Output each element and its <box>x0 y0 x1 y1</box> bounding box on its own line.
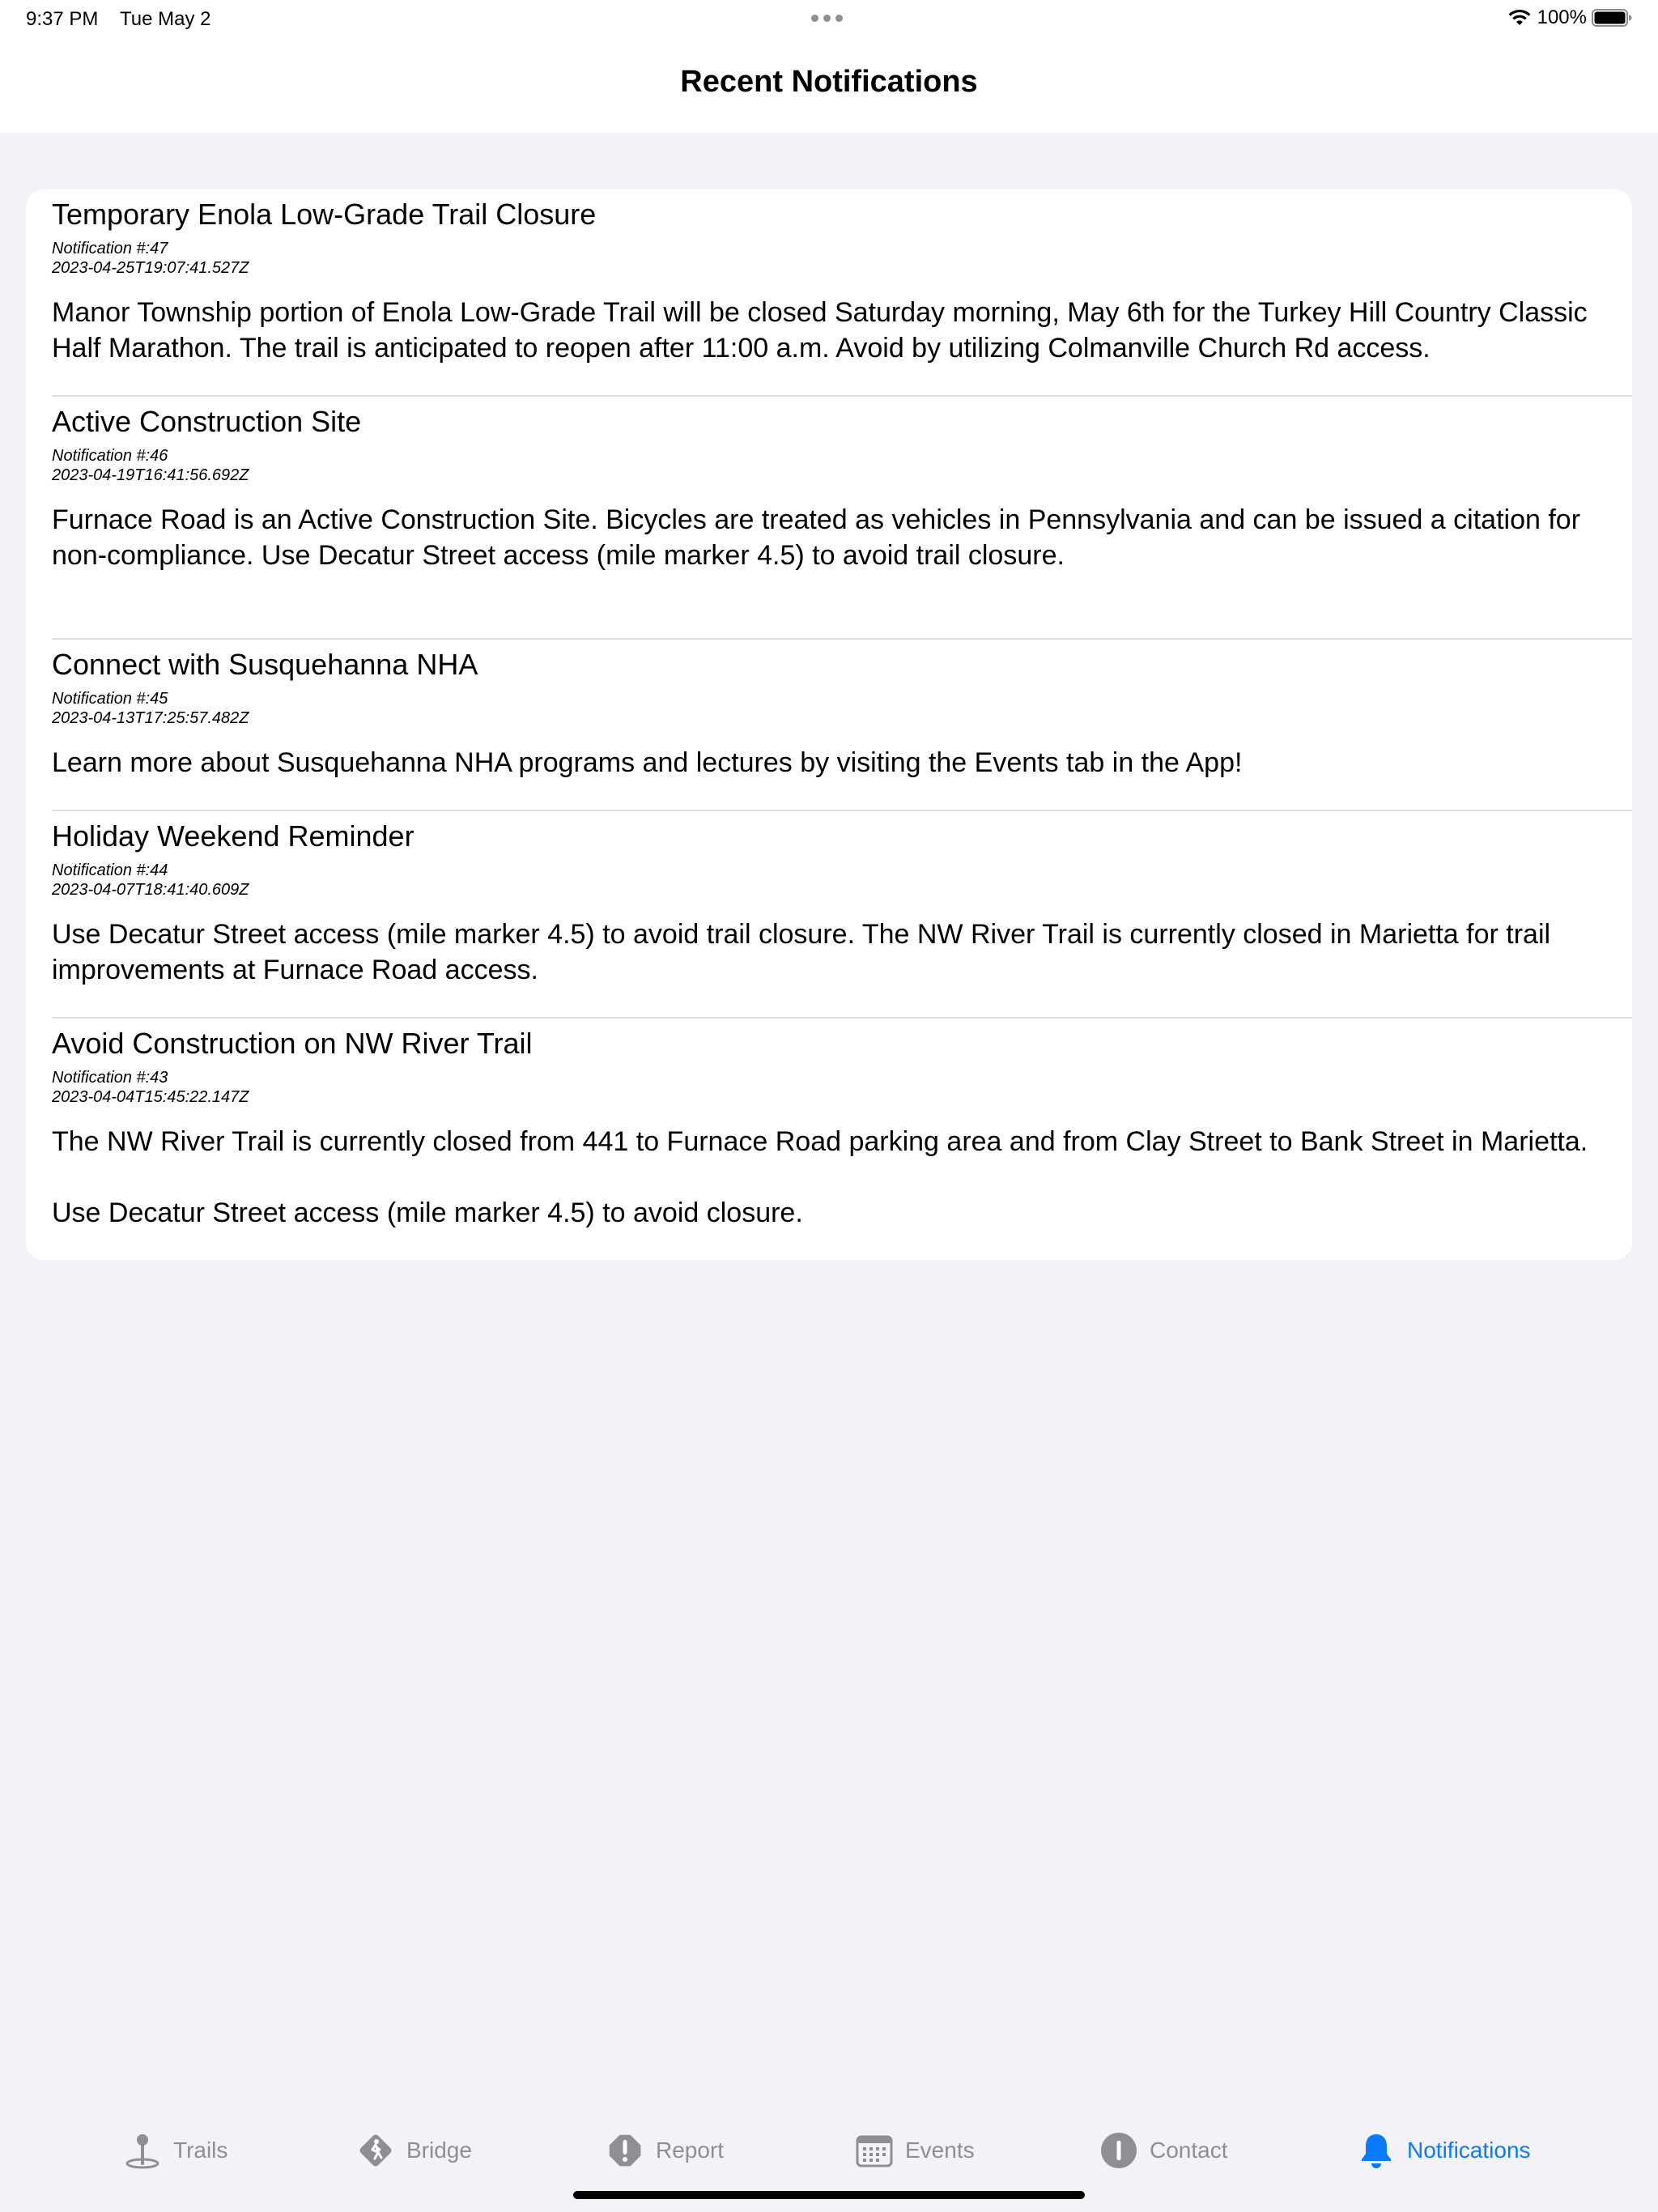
notification-number: Notification #:45 <box>52 690 168 708</box>
tab-contact[interactable]: Contact <box>1099 2110 1228 2191</box>
notification-number: Notification #:46 <box>52 447 168 465</box>
notification-body: Use Decatur Street access (mile marker 4… <box>52 919 1551 985</box>
bell-icon <box>1362 2134 1391 2168</box>
multitasking-dots-icon[interactable] <box>811 15 843 22</box>
divider <box>52 395 1632 397</box>
info-circle-icon <box>1101 2133 1137 2168</box>
notification-body: Manor Township portion of Enola Low-Grad… <box>52 297 1588 364</box>
page-title: Recent Notifications <box>680 65 978 99</box>
navigation-header: 9:37 PM Tue May 2 100% Recent Notificati… <box>0 0 1658 133</box>
tab-label: Trails <box>173 2138 228 2163</box>
notification-body: Learn more about Susquehanna NHA program… <box>52 747 1243 778</box>
pedestrian-sign-icon <box>359 2134 392 2167</box>
divider <box>52 1017 1632 1019</box>
notification-number: Notification #:43 <box>52 1069 168 1087</box>
tab-label: Notifications <box>1407 2138 1531 2163</box>
status-bar: 9:37 PM Tue May 2 100% <box>0 0 1658 39</box>
tab-notifications[interactable]: Notifications <box>1357 2110 1531 2191</box>
tab-trails[interactable]: Trails <box>123 2110 227 2191</box>
status-indicators: 100% <box>1507 6 1632 29</box>
status-time: 9:37 PM <box>26 8 99 30</box>
notification-body: The NW River Trail is currently closed f… <box>52 1126 1588 1228</box>
notification-date: 2023-04-19T16:41:56.692Z <box>52 466 249 484</box>
divider <box>52 638 1632 640</box>
notification-date: 2023-04-07T18:41:40.609Z <box>52 881 249 899</box>
status-date: Tue May 2 <box>120 8 211 30</box>
trail-pin-icon <box>125 2134 159 2169</box>
notification-title: Holiday Weekend Reminder <box>52 819 414 853</box>
notification-number: Notification #:44 <box>52 861 168 879</box>
tab-report[interactable]: Report <box>606 2110 724 2191</box>
exclamation-octagon-icon <box>609 2134 641 2167</box>
notification-date: 2023-04-13T17:25:57.482Z <box>52 709 249 727</box>
notification-date: 2023-04-04T15:45:22.147Z <box>52 1088 249 1106</box>
wifi-icon <box>1508 9 1531 25</box>
home-indicator[interactable] <box>573 2191 1085 2199</box>
notification-title: Connect with Susquehanna NHA <box>52 648 478 681</box>
tab-bridge[interactable]: Bridge <box>356 2110 472 2191</box>
tab-events[interactable]: Events <box>855 2110 975 2191</box>
notification-body: Furnace Road is an Active Construction S… <box>52 504 1581 571</box>
tab-bar: Trails Bridge Report Events Contact Noti… <box>0 2110 1658 2191</box>
battery-percentage: 100% <box>1537 6 1587 28</box>
tab-label: Events <box>905 2138 975 2163</box>
notification-date: 2023-04-25T19:07:41.527Z <box>52 259 249 277</box>
notification-title: Avoid Construction on NW River Trail <box>52 1027 533 1060</box>
divider <box>52 810 1632 811</box>
tab-label: Contact <box>1150 2138 1228 2163</box>
battery-icon <box>1592 9 1632 27</box>
calendar-icon <box>856 2135 893 2167</box>
notification-title: Active Construction Site <box>52 405 362 438</box>
tab-label: Report <box>656 2138 725 2163</box>
tab-label: Bridge <box>406 2138 472 2163</box>
notifications-list: Temporary Enola Low-Grade Trail Closure … <box>26 189 1632 1260</box>
notification-title: Temporary Enola Low-Grade Trail Closure <box>52 198 597 231</box>
notification-number: Notification #:47 <box>52 240 168 257</box>
